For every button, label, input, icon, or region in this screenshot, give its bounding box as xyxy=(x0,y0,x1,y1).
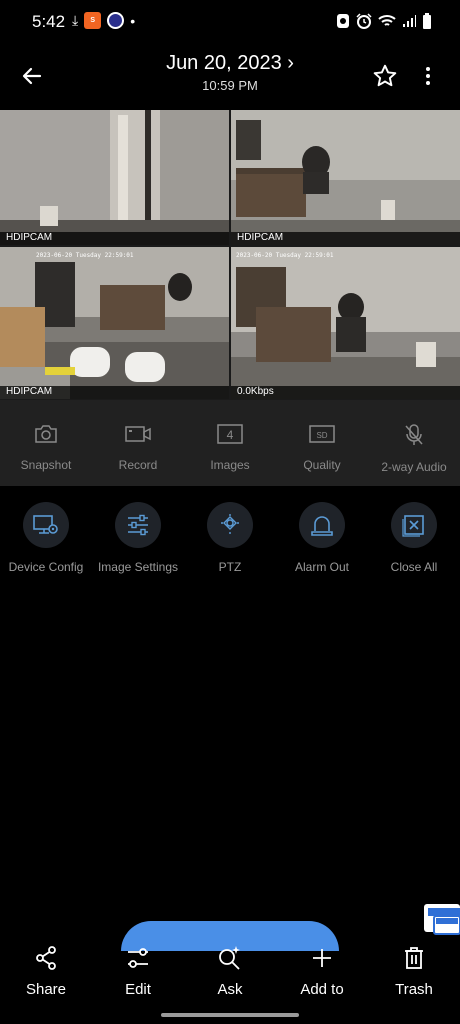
alarm-light-icon xyxy=(311,516,333,536)
signal-icon xyxy=(403,15,416,27)
alarm-out-button[interactable]: Alarm Out xyxy=(276,502,368,574)
video-icon xyxy=(125,426,151,442)
image-settings-button[interactable]: Image Settings xyxy=(92,502,184,574)
battery-icon xyxy=(423,13,431,29)
edit-label: Edit xyxy=(125,981,151,998)
camera-toolbar: Snapshot Record 4 Images SD Quality 2-wa… xyxy=(0,400,460,486)
camera-feed-image xyxy=(0,110,229,245)
alarm-icon xyxy=(356,13,372,29)
share-button[interactable]: Share xyxy=(0,935,92,1005)
camera-feed[interactable]: 2023-06-20 Tuesday 22:59:01 HDIPCAM xyxy=(0,247,229,399)
ptz-label: PTZ xyxy=(218,560,242,574)
trash-label: Trash xyxy=(395,981,433,998)
favorite-star-icon[interactable] xyxy=(372,63,398,89)
device-config-label: Device Config xyxy=(8,560,84,574)
images-badge: 4 xyxy=(227,428,234,442)
camera-label: HDIPCAM xyxy=(237,232,284,243)
snapshot-label: Snapshot xyxy=(20,458,72,472)
camera-icon xyxy=(35,425,57,443)
app-header: Jun 20, 2023 › 10:59 PM xyxy=(0,44,460,108)
floating-window-icon[interactable] xyxy=(420,902,460,936)
edit-icon xyxy=(128,948,148,968)
svg-text:2023-06-20 Tuesday 22:59:01: 2023-06-20 Tuesday 22:59:01 xyxy=(236,252,334,259)
close-all-icon xyxy=(402,515,424,537)
camera-feed-image xyxy=(231,110,460,245)
camera-label: HDIPCAM xyxy=(6,386,53,397)
camera-feed[interactable]: 2023-06-20 Tuesday 22:59:01 0.0Kbps xyxy=(231,247,460,399)
ptz-icon xyxy=(221,514,239,534)
share-label: Share xyxy=(25,981,67,998)
wifi-icon xyxy=(378,15,396,26)
quality-badge: SD xyxy=(316,431,327,440)
ask-icon xyxy=(219,946,240,970)
edit-button[interactable]: Edit xyxy=(92,935,184,1005)
camera-label: HDIPCAM xyxy=(6,232,53,243)
trash-button[interactable]: Trash xyxy=(368,935,460,1005)
add-to-label: Add to xyxy=(300,981,344,998)
notification-dot-icon: • xyxy=(130,12,136,29)
mic-icon xyxy=(405,424,423,445)
bottom-nav: Share Edit Ask Add to Trash xyxy=(0,935,460,1005)
quality-label: Quality xyxy=(303,458,341,472)
device-config-icon xyxy=(33,515,58,534)
app-icon-orange: S xyxy=(84,12,102,29)
alarm-out-label: Alarm Out xyxy=(294,560,349,574)
two-way-audio-label: 2-way Audio xyxy=(381,460,447,474)
quality-button[interactable]: SD Quality xyxy=(276,400,368,486)
download-icon: ⤓ xyxy=(72,12,79,28)
add-to-button[interactable]: Add to xyxy=(276,935,368,1005)
close-all-label: Close All xyxy=(390,560,438,574)
record-button[interactable]: Record xyxy=(92,400,184,486)
app-icon-crypto xyxy=(107,12,125,29)
grid-count-icon: 4 xyxy=(217,424,243,444)
sliders-icon xyxy=(128,514,148,536)
images-button[interactable]: 4 Images xyxy=(184,400,276,486)
ptz-button[interactable]: PTZ xyxy=(184,502,276,574)
device-config-button[interactable]: Device Config xyxy=(0,502,92,574)
plus-icon xyxy=(313,949,331,967)
status-time: 5:42 xyxy=(32,12,66,31)
snapshot-button[interactable]: Snapshot xyxy=(0,400,92,486)
camera-grid: HDIPCAM HDIPCAM 2023-06-20 Tuesday 22:59… xyxy=(0,110,460,400)
camera-feed[interactable]: HDIPCAM xyxy=(0,110,229,245)
images-label: Images xyxy=(210,458,250,472)
bitrate-label: 0.0Kbps xyxy=(237,386,274,397)
image-settings-label: Image Settings xyxy=(97,560,179,574)
svg-text:2023-06-20 Tuesday 22:59:01: 2023-06-20 Tuesday 22:59:01 xyxy=(36,252,134,259)
camera-feed-image: 2023-06-20 Tuesday 22:59:01 xyxy=(0,247,229,399)
sd-icon: SD xyxy=(309,425,335,443)
more-options-icon[interactable] xyxy=(416,64,440,88)
nfc-icon xyxy=(337,14,349,28)
camera-feed[interactable]: HDIPCAM xyxy=(231,110,460,245)
close-all-button[interactable]: Close All xyxy=(368,502,460,574)
home-indicator[interactable] xyxy=(161,1013,299,1017)
trash-icon xyxy=(405,947,423,969)
function-row: Device Config Image Settings PTZ Alarm O… xyxy=(0,502,460,574)
share-icon xyxy=(36,946,56,970)
ask-button[interactable]: Ask xyxy=(184,935,276,1005)
ask-label: Ask xyxy=(217,981,243,998)
two-way-audio-button[interactable]: 2-way Audio xyxy=(368,400,460,486)
camera-feed-image: 2023-06-20 Tuesday 22:59:01 xyxy=(231,247,460,399)
status-bar: 5:42 ⤓ S • xyxy=(0,0,460,44)
record-label: Record xyxy=(118,458,158,472)
